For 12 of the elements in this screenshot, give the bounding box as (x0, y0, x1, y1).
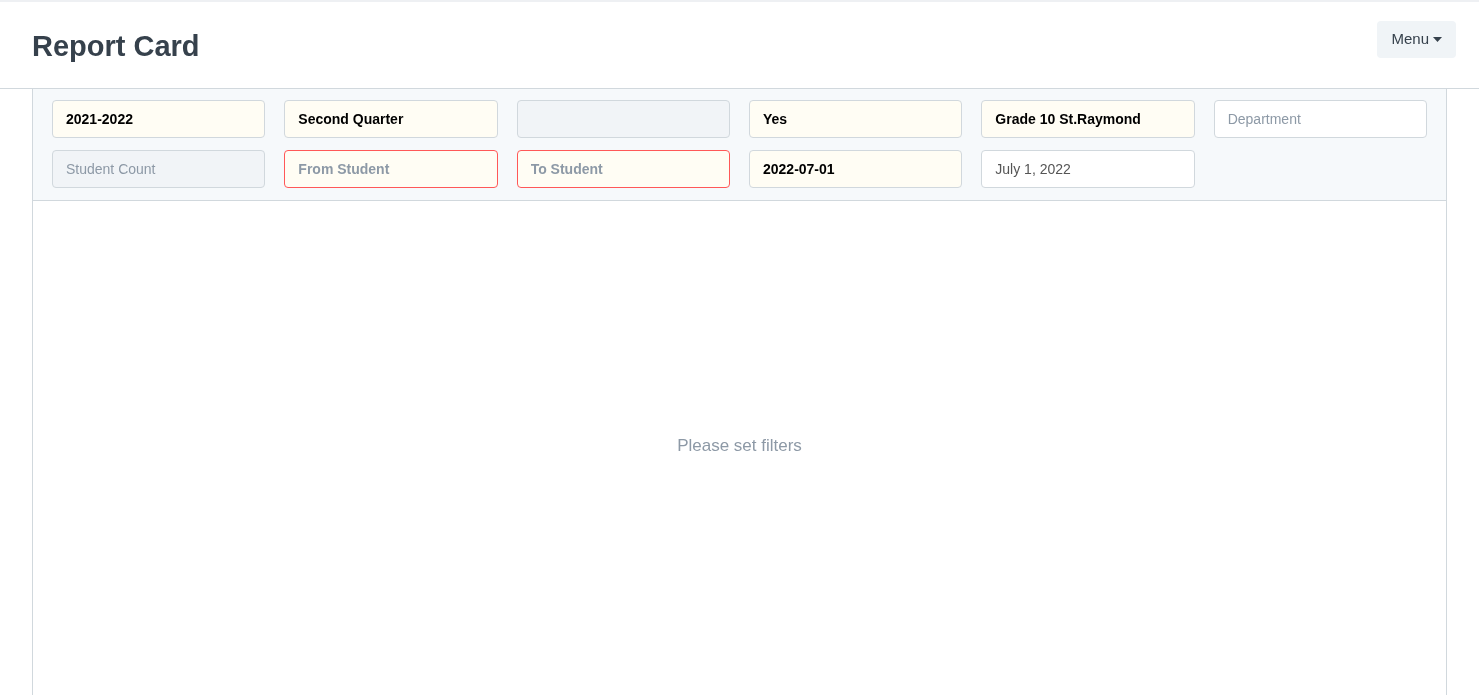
filter-field[interactable]: July 1, 2022 (981, 150, 1195, 188)
filter-field[interactable]: 2021-2022 (52, 100, 266, 138)
menu-button[interactable]: Menu (1377, 20, 1456, 58)
caret-icon (1433, 36, 1442, 42)
filter-field[interactable]: Grade 10 St.Raymond (981, 100, 1195, 138)
filter-field[interactable]: Yes (749, 100, 963, 138)
filter-field[interactable]: Second Quarter (284, 100, 498, 138)
filter-field[interactable]: 2022-07-01 (749, 150, 963, 188)
empty-message: Please set filters (677, 435, 802, 458)
filter-field[interactable]: To Student (516, 150, 730, 188)
filter-field[interactable]: From Student (284, 150, 498, 188)
page-title: Report Card (32, 29, 200, 65)
